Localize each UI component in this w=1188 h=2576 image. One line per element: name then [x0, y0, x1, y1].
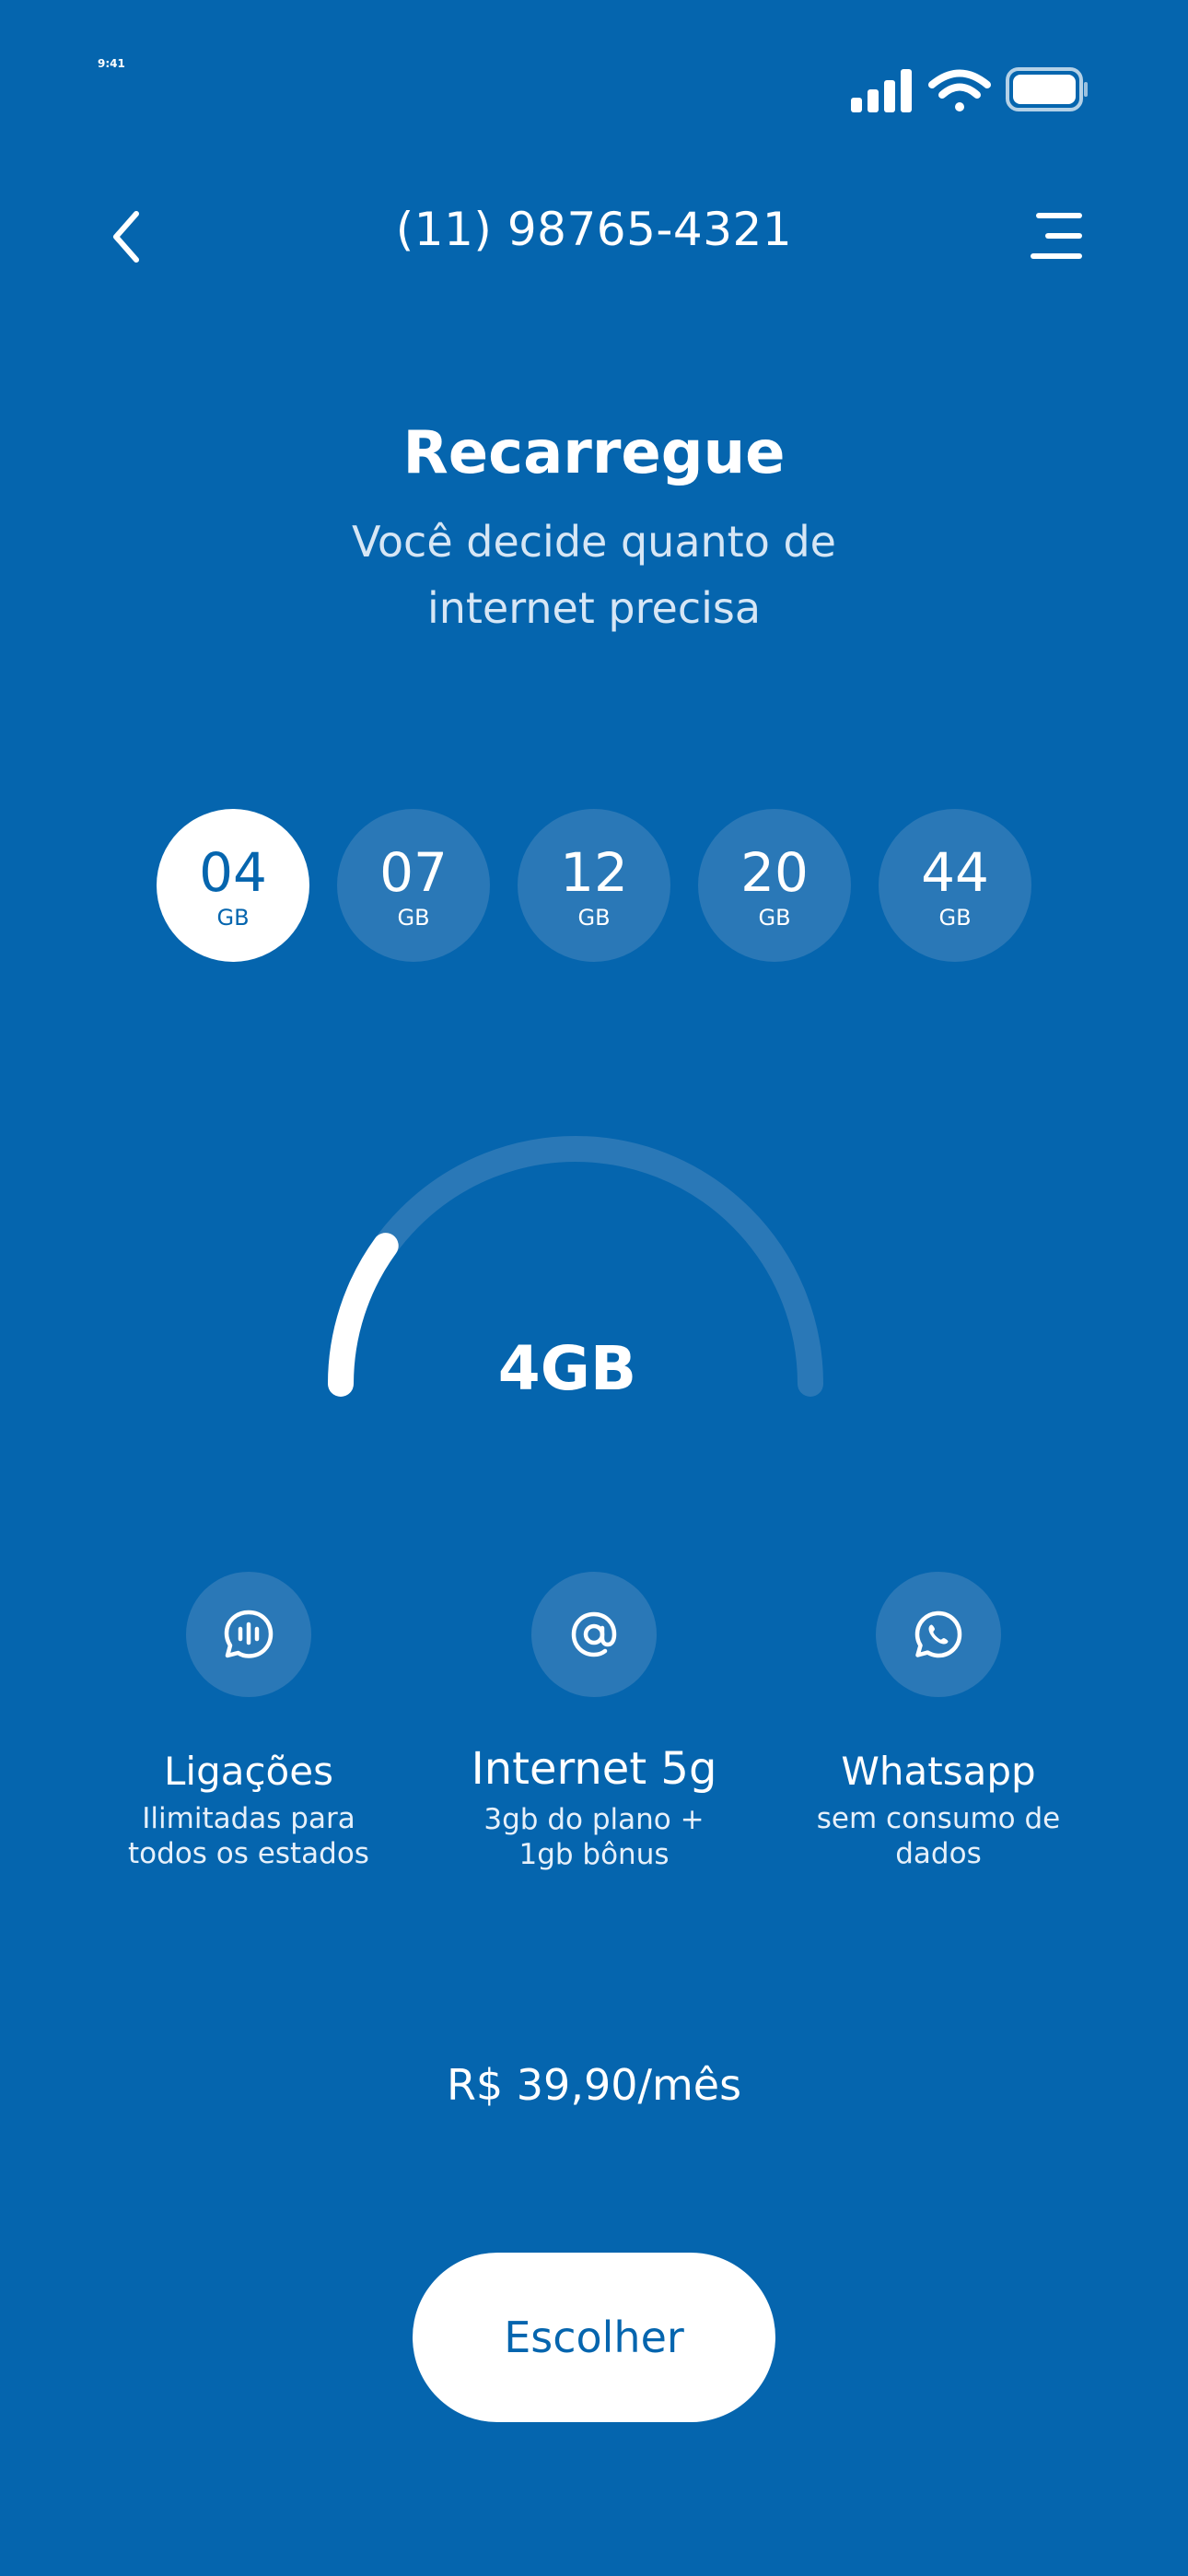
package-amount: 07 — [379, 841, 448, 904]
wifi-icon — [928, 69, 991, 111]
feature-title: Ligações — [164, 1749, 333, 1794]
package-amount: 20 — [740, 841, 809, 904]
battery-icon — [1006, 67, 1088, 111]
price-label: R$ 39,90/mês — [446, 2060, 742, 2110]
feature-icon-circle — [876, 1572, 1001, 1697]
feature-description: Ilimitadas para todos os estados — [128, 1802, 369, 1870]
package-chip-04gb[interactable]: 04 GB — [157, 809, 309, 962]
package-chip-20gb[interactable]: 20 GB — [698, 809, 851, 962]
gauge-value: 4GB — [497, 1333, 637, 1404]
feature-title: Internet 5g — [471, 1743, 717, 1795]
package-chip-44gb[interactable]: 44 GB — [879, 809, 1031, 962]
menu-button[interactable] — [1028, 210, 1083, 262]
package-chip-07gb[interactable]: 07 GB — [337, 809, 490, 962]
package-unit: GB — [397, 905, 430, 931]
package-unit: GB — [938, 905, 972, 931]
package-selector: 04 GB 07 GB 12 GB 20 GB 44 GB — [157, 809, 1031, 962]
status-time: 9:41 — [98, 57, 125, 70]
package-amount: 12 — [560, 841, 628, 904]
at-sign-icon — [571, 1611, 617, 1657]
package-amount: 04 — [199, 841, 267, 904]
choose-button[interactable]: Escolher — [413, 2253, 775, 2422]
whatsapp-icon — [914, 1610, 962, 1658]
feature-whatsapp: Whatsapp sem consumo de dados — [800, 1572, 1077, 1871]
cellular-signal-icon — [851, 69, 912, 112]
feature-icon-circle — [531, 1572, 657, 1697]
feature-title: Whatsapp — [841, 1749, 1036, 1794]
page-title: Recarregue — [402, 419, 786, 487]
package-chip-12gb[interactable]: 12 GB — [518, 809, 670, 962]
feature-description: sem consumo de dados — [816, 1802, 1061, 1870]
phone-number-title: (11) 98765-4321 — [395, 203, 793, 256]
page-subtitle: Você decide quanto de internet precisa — [352, 517, 836, 633]
chat-bubble-icon — [224, 1610, 274, 1658]
package-amount: 44 — [921, 841, 989, 904]
package-unit: GB — [216, 905, 250, 931]
feature-description: 3gb do plano + 1gb bônus — [483, 1803, 705, 1871]
feature-internet: Internet 5g 3gb do plano + 1gb bônus — [456, 1572, 732, 1872]
menu-icon — [1031, 213, 1082, 259]
status-icons — [851, 67, 1088, 112]
feature-calls: Ligações Ilimitadas para todos os estado… — [111, 1572, 387, 1871]
package-unit: GB — [758, 905, 791, 931]
package-unit: GB — [577, 905, 611, 931]
recharge-screen: 9:41 (11) 98765-4321 Recarregue Você dec… — [0, 0, 1188, 2576]
feature-icon-circle — [186, 1572, 311, 1697]
